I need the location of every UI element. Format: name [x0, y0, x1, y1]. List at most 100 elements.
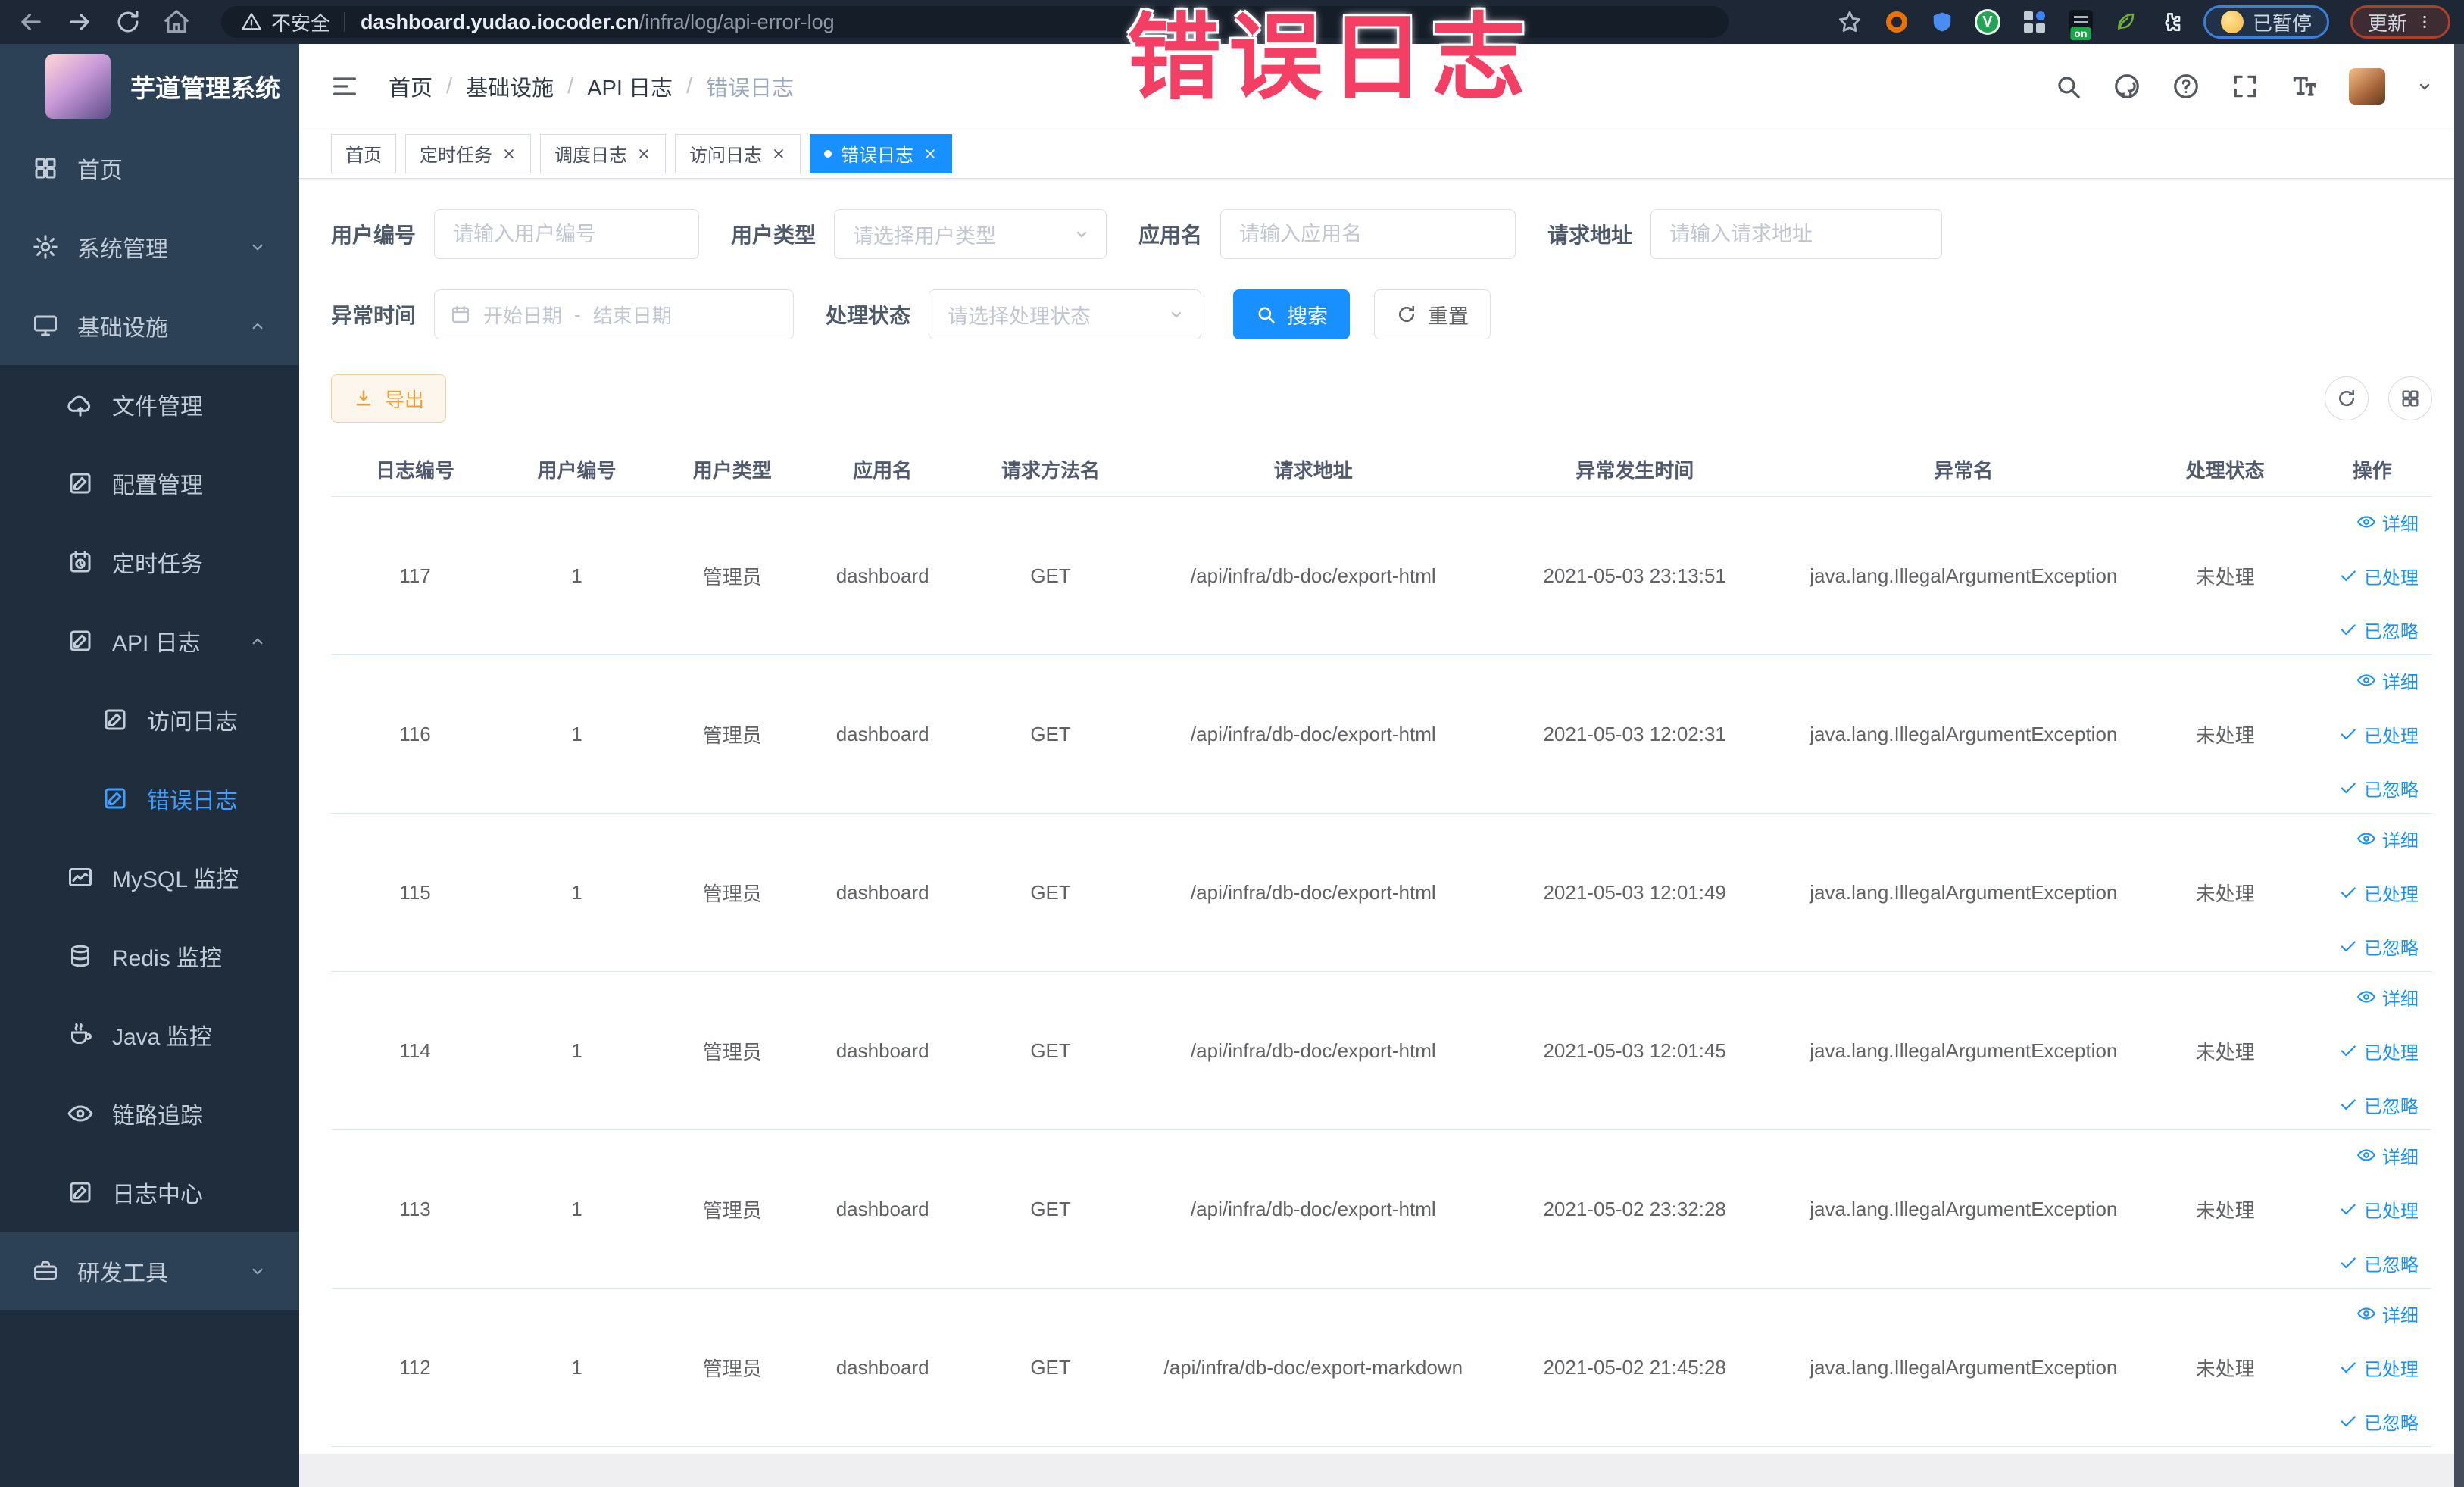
row-action-detail[interactable]: 详细 [2356, 1301, 2419, 1327]
row-action-ignored[interactable]: 已忽略 [2338, 617, 2419, 643]
page-scrollbar[interactable] [2454, 44, 2464, 1487]
browser-home-icon[interactable] [162, 8, 191, 36]
font-size-icon[interactable] [2290, 72, 2319, 101]
github-icon[interactable] [2113, 72, 2141, 101]
row-action-ignored[interactable]: 已忽略 [2338, 1250, 2419, 1276]
search-button[interactable]: 搜索 [1233, 289, 1351, 339]
help-icon[interactable] [2172, 72, 2200, 101]
row-action-processed[interactable]: 已处理 [2338, 563, 2419, 589]
grid-icon [2400, 388, 2421, 409]
cell-logid: 115 [399, 880, 431, 904]
sidebar-filler [0, 1310, 299, 1487]
row-action-detail[interactable]: 详细 [2356, 826, 2419, 852]
app-name-input[interactable] [1220, 209, 1516, 259]
user-type-select[interactable]: 请选择用户类型 [834, 209, 1107, 259]
column-settings-button[interactable] [2388, 376, 2432, 420]
cell-time: 2021-05-02 23:32:28 [1543, 1197, 1726, 1220]
browser-menu-icon[interactable] [2416, 11, 2433, 33]
row-action-detail[interactable]: 详细 [2356, 1142, 2419, 1169]
reset-button[interactable]: 重置 [1374, 289, 1491, 339]
bookmark-star-icon[interactable] [1837, 9, 1863, 35]
sidebar-item-mysql[interactable]: MySQL 监控 [0, 838, 299, 917]
breadcrumb-separator: / [685, 73, 693, 98]
browser-back-icon[interactable] [17, 8, 45, 36]
browser-update-button[interactable]: 更新 [2350, 5, 2450, 39]
orange-ring-extension-icon[interactable] [1884, 9, 1910, 35]
leaf-extension-icon[interactable] [2114, 11, 2137, 33]
row-action-ignored[interactable]: 已忽略 [2338, 933, 2419, 960]
tab-2[interactable]: 调度日志 [540, 133, 666, 173]
grid-extension-icon[interactable] [2022, 9, 2047, 35]
fullscreen-icon[interactable] [2231, 72, 2259, 101]
row-action-ignored[interactable]: 已忽略 [2338, 775, 2419, 801]
search-icon[interactable] [2053, 72, 2082, 101]
tab-1[interactable]: 定时任务 [405, 133, 531, 173]
tab-close-icon[interactable] [771, 146, 786, 161]
row-action-detail[interactable]: 详细 [2356, 667, 2419, 694]
exception-time-label: 异常时间 [331, 304, 417, 327]
paused-extension-badge[interactable]: 已暂停 [2203, 5, 2329, 39]
sidebar-item-api-log[interactable]: API 日志 [0, 601, 299, 680]
process-status-label: 处理状态 [826, 304, 911, 327]
refresh-icon [2336, 388, 2357, 409]
row-action-processed[interactable]: 已处理 [2338, 1196, 2419, 1223]
tab-4[interactable]: 错误日志 [810, 133, 952, 173]
cell-method: GET [1030, 1197, 1071, 1220]
row-action-detail[interactable]: 详细 [2356, 984, 2419, 1011]
row-action-label: 详细 [2381, 1147, 2419, 1168]
row-action-processed[interactable]: 已处理 [2338, 879, 2419, 906]
breadcrumb-item-1[interactable]: 基础设施 [466, 70, 554, 102]
tab-close-icon[interactable] [501, 146, 517, 161]
tab-close-icon[interactable] [923, 146, 938, 161]
refresh-table-button[interactable] [2325, 376, 2369, 420]
header-actions [2053, 68, 2434, 105]
sidebar-item-infra[interactable]: 基础设施 [0, 286, 299, 365]
sidebar-item-dev-tools[interactable]: 研发工具 [0, 1232, 299, 1310]
avatar-caret-down-icon[interactable] [2416, 77, 2434, 95]
tab-0[interactable]: 首页 [331, 133, 396, 173]
tab-close-icon[interactable] [636, 146, 651, 161]
sidebar-item-config[interactable]: 配置管理 [0, 444, 299, 523]
sidebar-item-redis[interactable]: Redis 监控 [0, 917, 299, 995]
home-icon [32, 155, 59, 182]
sidebar-item-access-log[interactable]: 访问日志 [0, 680, 299, 759]
sidebar-logo[interactable]: 芋道管理系统 [0, 44, 299, 129]
hamburger-icon[interactable] [329, 71, 360, 102]
cell-logid: 113 [399, 1197, 431, 1220]
extensions-puzzle-icon[interactable] [2158, 10, 2182, 34]
cell-requesturl: /api/infra/db-doc/export-markdown [1163, 1355, 1463, 1379]
sidebar-item-label: Redis 监控 [112, 946, 223, 971]
on-switch-extension-icon[interactable]: on [2068, 10, 2093, 40]
cell-requesturl: /api/infra/db-doc/export-html [1190, 722, 1436, 745]
request-url-input[interactable] [1650, 209, 1943, 259]
blue-shield-extension-icon[interactable] [1931, 11, 1953, 33]
export-button[interactable]: 导出 [331, 374, 447, 423]
sidebar-item-job[interactable]: 定时任务 [0, 523, 299, 601]
sidebar-item-home[interactable]: 首页 [0, 129, 299, 208]
browser-reload-icon[interactable] [114, 8, 142, 36]
row-action-label: 已忽略 [2363, 1096, 2419, 1117]
breadcrumb-item-0[interactable]: 首页 [389, 70, 433, 102]
edit-icon [101, 785, 129, 812]
user-id-input[interactable] [434, 209, 700, 259]
sidebar-item-file[interactable]: 文件管理 [0, 365, 299, 444]
sidebar-item-java[interactable]: Java 监控 [0, 995, 299, 1074]
tab-3[interactable]: 访问日志 [675, 133, 801, 173]
row-action-ignored[interactable]: 已忽略 [2338, 1092, 2419, 1118]
row-action-processed[interactable]: 已处理 [2338, 721, 2419, 748]
user-avatar[interactable] [2349, 68, 2385, 105]
process-status-select[interactable]: 请选择处理状态 [929, 289, 1202, 339]
browser-forward-icon[interactable] [65, 8, 94, 36]
sidebar-item-error-log[interactable]: 错误日志 [0, 759, 299, 838]
row-action-processed[interactable]: 已处理 [2338, 1038, 2419, 1064]
row-action-ignored[interactable]: 已忽略 [2338, 1408, 2419, 1435]
exception-time-range-picker[interactable]: 开始日期 - 结束日期 [434, 289, 795, 339]
green-v-extension-icon[interactable]: V [1974, 9, 2000, 35]
row-action-processed[interactable]: 已处理 [2338, 1354, 2419, 1381]
sidebar-item-log-center[interactable]: 日志中心 [0, 1153, 299, 1232]
filter-app-name: 应用名 [1138, 209, 1516, 259]
row-action-detail[interactable]: 详细 [2356, 509, 2419, 536]
breadcrumb-item-2[interactable]: API 日志 [587, 70, 673, 102]
sidebar-item-trace[interactable]: 链路追踪 [0, 1074, 299, 1153]
sidebar-item-system[interactable]: 系统管理 [0, 208, 299, 286]
